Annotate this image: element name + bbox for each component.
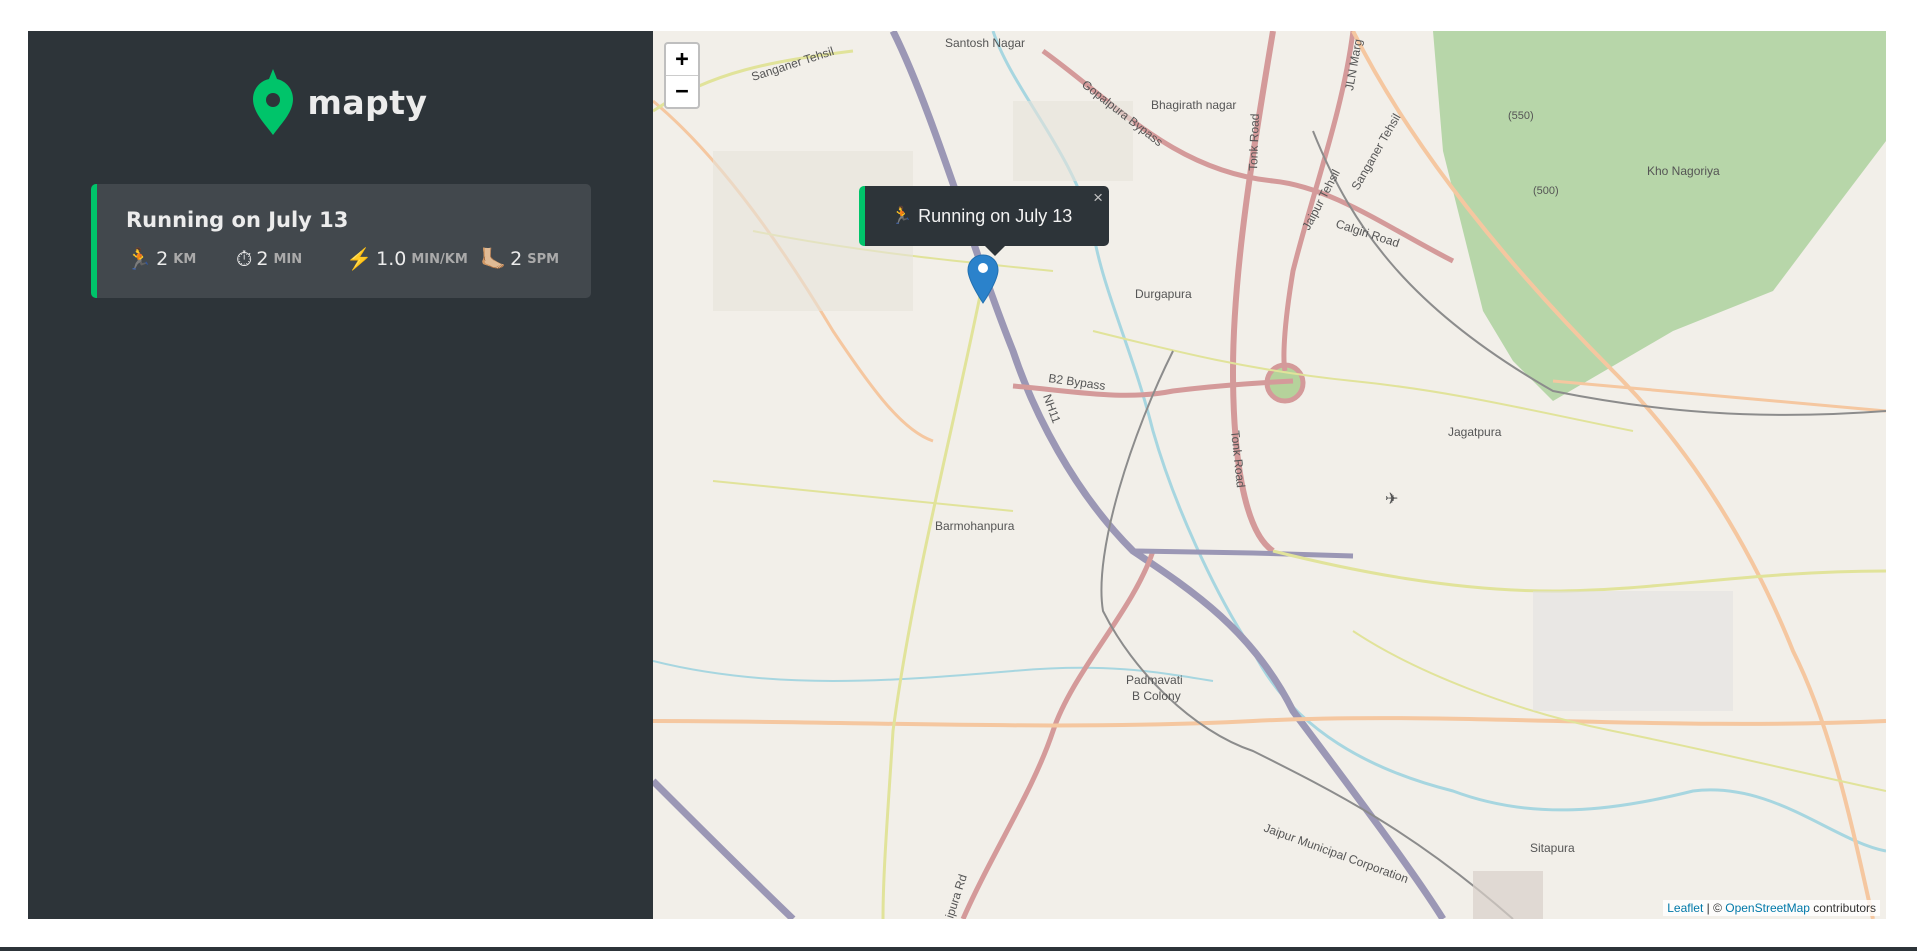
pace-value: 1.0 [376, 248, 407, 270]
sidebar: mapty Running on July 13 🏃 2 km ⏱ 2 min … [28, 31, 653, 919]
zoom-in-button[interactable]: + [666, 44, 698, 75]
map-label-elev-550: (550) [1508, 110, 1534, 122]
map-label-tonk-road: Tonk Road [1246, 113, 1262, 171]
distance-unit: km [173, 251, 197, 267]
zoom-out-button[interactable]: − [666, 75, 698, 107]
duration-value: 2 [256, 248, 269, 270]
app-container: mapty Running on July 13 🏃 2 km ⏱ 2 min … [28, 31, 1886, 919]
logo-text: mapty [307, 82, 428, 122]
map-label-bhagirath-nagar: Bhagirath nagar [1151, 98, 1236, 112]
duration-detail: ⏱ 2 min [236, 248, 346, 270]
map-label-barmohanpura: Barmohanpura [935, 519, 1015, 533]
map-label-santosh-nagar: Santosh Nagar [945, 36, 1025, 50]
stopwatch-icon: ⏱ [236, 246, 253, 271]
map-label-b-colony: B Colony [1132, 689, 1181, 703]
map-label-padmavati: Padmavati [1126, 673, 1183, 687]
map-attribution: Leaflet | © OpenStreetMap contributors [1663, 900, 1880, 916]
workout-popup: 🏃 Running on July 13 × [859, 186, 1109, 256]
running-icon: 🏃 [126, 246, 153, 271]
distance-detail: 🏃 2 km [126, 248, 236, 270]
map-label-sitapura: Sitapura [1530, 841, 1575, 855]
osm-link[interactable]: OpenStreetMap [1725, 901, 1810, 915]
attribution-contributors: contributors [1809, 901, 1876, 915]
zoom-control: + − [664, 42, 700, 109]
map-label-kho-nagoriya: Kho Nagoriya [1647, 164, 1720, 178]
bottom-border [0, 947, 1917, 951]
cadence-detail: 🦶🏼 2 spm [480, 248, 570, 270]
cadence-unit: spm [527, 251, 560, 267]
pace-detail: ⚡️ 1.0 min/km [346, 248, 480, 270]
logo: mapty [28, 69, 653, 135]
map-label-durgapura: Durgapura [1135, 287, 1192, 301]
map-marker-icon[interactable] [967, 254, 999, 304]
distance-value: 2 [156, 248, 169, 270]
map-tiles[interactable]: Santosh Nagar Sanganer Tehsil Gopalpura … [653, 31, 1886, 919]
duration-unit: min [273, 251, 303, 267]
airport-icon: ✈ [1385, 489, 1398, 508]
foot-icon: 🦶🏼 [480, 246, 507, 271]
cadence-value: 2 [510, 248, 523, 270]
running-icon: 🏃 [891, 206, 913, 225]
leaflet-link[interactable]: Leaflet [1667, 901, 1703, 915]
popup-close-button[interactable]: × [1093, 188, 1103, 208]
attribution-separator: | © [1703, 901, 1726, 915]
workout-item[interactable]: Running on July 13 🏃 2 km ⏱ 2 min ⚡️ 1.0… [91, 184, 591, 298]
map-label-elev-500: (500) [1533, 185, 1559, 197]
pace-unit: min/km [411, 251, 468, 267]
map-pin-logo-icon [253, 69, 294, 135]
map-label-jagatpura: Jagatpura [1448, 425, 1502, 439]
lightning-icon: ⚡️ [346, 246, 373, 271]
map[interactable]: Santosh Nagar Sanganer Tehsil Gopalpura … [653, 31, 1886, 919]
workout-title: Running on July 13 [126, 208, 349, 232]
popup-text: Running on July 13 [918, 205, 1073, 226]
workout-details: 🏃 2 km ⏱ 2 min ⚡️ 1.0 min/km 🦶🏼 2 [126, 248, 591, 270]
